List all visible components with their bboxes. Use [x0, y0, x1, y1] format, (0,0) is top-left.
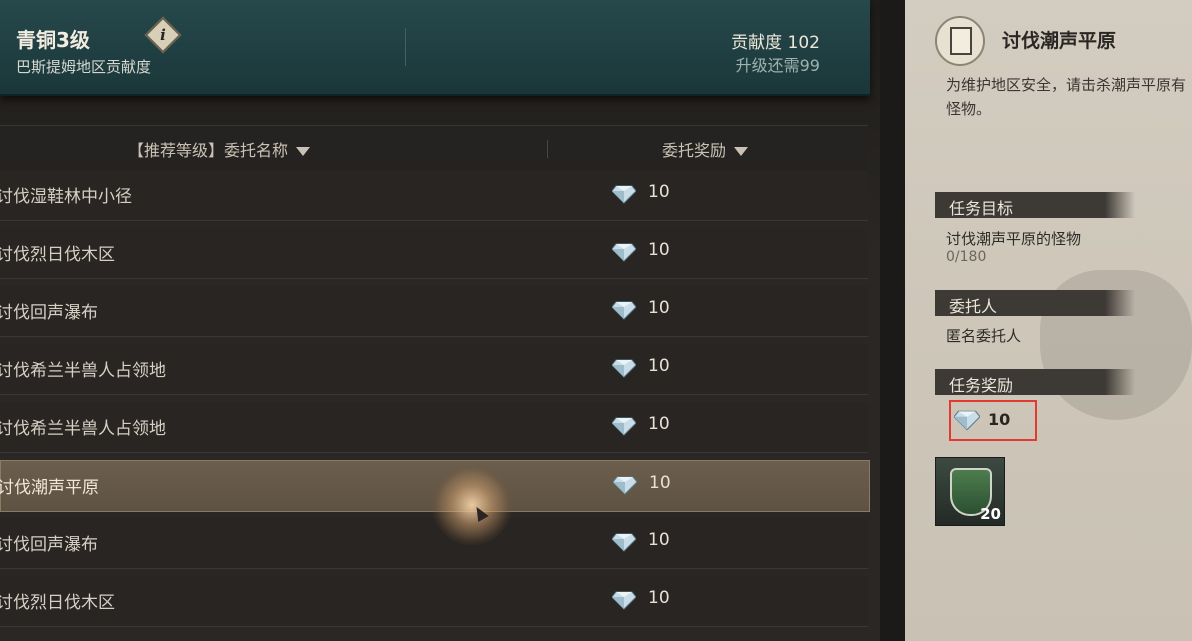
cursor-click-glow: [432, 465, 512, 545]
column-reward-sort[interactable]: 委托奖励: [662, 137, 749, 161]
client-name: 匿名委托人: [946, 327, 1022, 345]
diamond-icon: [612, 185, 636, 204]
region-contribution-label: 巴斯提姆地区贡献度: [16, 58, 152, 76]
objective-label: 任务目标: [949, 199, 1014, 218]
quest-reward-value: 10: [648, 298, 670, 318]
diamond-icon: [613, 476, 637, 495]
quest-row[interactable]: 讨伐回声瀑布 10: [0, 286, 868, 337]
objective-progress: 0/180: [946, 249, 987, 265]
objective-section-header: 任务目标: [935, 192, 1135, 218]
contribution-header: 青铜3级 i 巴斯提姆地区贡献度 贡献度 102 升级还需99: [0, 0, 870, 96]
quest-reward-value: 10: [648, 182, 670, 202]
rank-title: 青铜3级: [16, 28, 90, 52]
column-divider: [547, 140, 548, 158]
upgrade-remaining: 升级还需99: [735, 56, 820, 75]
list-column-header: 【推荐等级】委托名称 委托奖励: [0, 125, 868, 171]
diamond-icon: [612, 359, 636, 378]
quest-row[interactable]: 讨伐湿鞋林中小径 10: [0, 170, 868, 221]
info-icon[interactable]: i: [144, 16, 182, 54]
quest-reward-value: 10: [648, 356, 670, 376]
quest-reward-value: 10: [648, 414, 670, 434]
quest-name: 讨伐回声瀑布: [0, 303, 98, 323]
sort-down-icon: [296, 147, 311, 156]
reward-section-header: 任务奖励: [935, 369, 1135, 395]
quest-name: 讨伐烈日伐木区: [0, 245, 115, 265]
quest-row[interactable]: 讨伐烈日伐木区 10: [0, 576, 868, 627]
quest-reward-value: 10: [648, 588, 670, 608]
quest-row[interactable]: 讨伐回声瀑布 10: [0, 518, 868, 569]
quest-reward-value: 10: [648, 530, 670, 550]
panel-divider: [880, 0, 908, 641]
sort-down-icon: [734, 147, 749, 156]
diamond-icon: [612, 591, 636, 610]
item-count: 20: [980, 505, 1001, 523]
quest-name: 讨伐烈日伐木区: [0, 593, 115, 613]
quest-name: 讨伐湿鞋林中小径: [0, 187, 132, 207]
quest-row[interactable]: 讨伐烈日伐木区 10: [0, 228, 868, 279]
client-label: 委托人: [949, 297, 998, 316]
diamond-icon: [954, 410, 980, 431]
diamond-icon: [612, 417, 636, 436]
quest-reward-value: 10: [649, 473, 671, 493]
reward-value: 10: [988, 410, 1011, 429]
contribution-value: 贡献度 102: [731, 33, 820, 53]
quest-row[interactable]: 讨伐希兰半兽人占领地 10: [0, 344, 868, 395]
info-glyph: i: [160, 26, 166, 44]
column-name-label: 【推荐等级】委托名称: [128, 141, 289, 160]
quest-name: 讨伐回声瀑布: [0, 535, 98, 555]
quest-scroll-icon: [935, 16, 985, 66]
column-name-sort[interactable]: 【推荐等级】委托名称: [128, 137, 311, 161]
quest-description: 为维护地区安全，请击杀潮声平原有怪物。: [946, 76, 1187, 118]
diamond-icon: [612, 533, 636, 552]
reward-item-slot[interactable]: 20: [935, 457, 1005, 526]
objective-text: 讨伐潮声平原的怪物: [946, 230, 1082, 248]
column-reward-label: 委托奖励: [662, 141, 727, 160]
reward-label: 任务奖励: [949, 376, 1014, 395]
quest-reward-value: 10: [648, 240, 670, 260]
quest-title: 讨伐潮声平原: [1002, 30, 1117, 52]
quest-row[interactable]: 讨伐希兰半兽人占领地 10: [0, 402, 868, 453]
diamond-icon: [612, 243, 636, 262]
client-section-header: 委托人: [935, 290, 1135, 316]
diamond-icon: [612, 301, 636, 320]
quest-name: 讨伐希兰半兽人占领地: [0, 419, 166, 439]
quest-name: 讨伐潮声平原: [0, 478, 99, 498]
quest-name: 讨伐希兰半兽人占领地: [0, 361, 166, 381]
